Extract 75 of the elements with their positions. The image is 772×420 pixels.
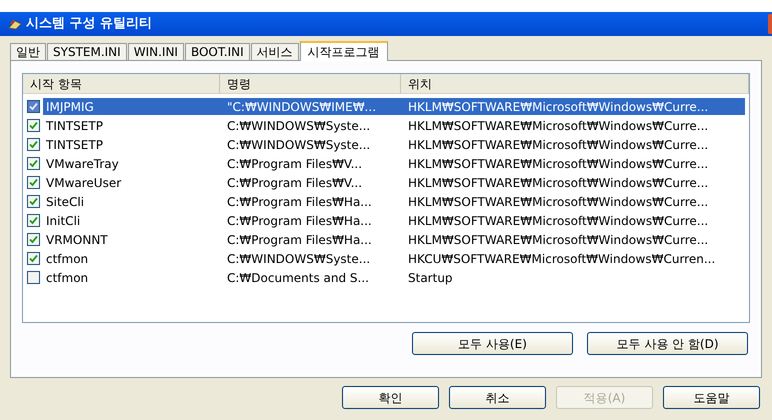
table-cell-text: C:₩Program Files₩Ha...: [226, 232, 373, 248]
table-cell-text: InitCli: [45, 212, 82, 230]
app-icon: [8, 18, 22, 30]
table-row[interactable]: IMJPMIG "C:₩WINDOWS₩IME₩... HKLM₩SOFTWARE₩Microsoft₩Windows₩Curre...: [43, 98, 745, 115]
table-cell-text: HKCU₩SOFTWARE₩Microsoft₩Windows₩Curren...: [407, 250, 716, 268]
table-row[interactable]: TINTSETP C:₩WINDOWS₩Syste... HKLM₩SOFTWARE₩Microsoft₩Windows₩Curre...: [43, 117, 745, 134]
table-cell-text: C:₩Program Files₩V...: [226, 156, 364, 172]
check-icon: [29, 140, 38, 149]
table-cell-text: SiteCli: [45, 194, 86, 210]
table-cell-text: HKLM₩SOFTWARE₩Microsoft₩Windows₩Curre...: [407, 232, 710, 248]
checkbox[interactable]: [27, 138, 40, 151]
table-row[interactable]: SiteCli C:₩Program Files₩Ha... HKLM₩SOFTWARE₩Microsoft₩Windows₩Curre...: [43, 193, 745, 210]
dialog-button[interactable]: 도움말: [663, 386, 760, 409]
table-cell-text: ctfmon: [45, 270, 90, 286]
dialog-button[interactable]: 확인: [342, 386, 439, 409]
table-cell-text: C:₩Documents and S...: [226, 270, 370, 286]
checkbox[interactable]: [27, 195, 40, 208]
table-cell-text: C:₩WINDOWS₩Syste...: [226, 250, 372, 268]
dialog-button[interactable]: 취소: [449, 386, 546, 409]
table-cell-text: TINTSETP: [45, 118, 104, 134]
check-icon: [29, 197, 38, 206]
tab[interactable]: 서비스: [250, 43, 299, 60]
table-row[interactable]: InitCli C:₩Program Files₩Ha... HKLM₩SOFTWARE₩Microsoft₩Windows₩Curre...: [43, 212, 745, 229]
table-cell-text: VRMONNT: [45, 232, 109, 248]
table-row[interactable]: ctfmon C:₩WINDOWS₩Syste... HKCU₩SOFTWARE₩Microsoft₩Windows₩Curren...: [43, 250, 745, 267]
checkbox[interactable]: [27, 100, 40, 113]
table-cell-text: HKLM₩SOFTWARE₩Microsoft₩Windows₩Curre...: [407, 98, 710, 116]
table-cell-text: VMwareTray: [45, 156, 120, 172]
column-header[interactable]: 명령: [220, 74, 401, 93]
table-cell-text: TINTSETP: [45, 136, 104, 154]
check-icon: [29, 178, 38, 187]
table-cell-text: IMJPMIG: [45, 98, 95, 116]
list-button[interactable]: 모두 사용 안 함(D): [587, 332, 748, 355]
checkbox[interactable]: [27, 233, 40, 246]
check-icon: [29, 235, 38, 244]
table-cell-text: HKLM₩SOFTWARE₩Microsoft₩Windows₩Curre...: [407, 156, 710, 172]
tab[interactable]: SYSTEM.INI: [47, 43, 127, 60]
checkbox[interactable]: [27, 252, 40, 265]
table-cell-text: HKLM₩SOFTWARE₩Microsoft₩Windows₩Curre...: [407, 136, 710, 154]
tab[interactable]: BOOT.INI: [184, 43, 250, 60]
checkbox[interactable]: [27, 157, 40, 170]
table-row[interactable]: ctfmon C:₩Documents and S... Startup: [43, 269, 745, 286]
column-header[interactable]: 위치: [401, 74, 749, 93]
table-cell-text: HKLM₩SOFTWARE₩Microsoft₩Windows₩Curre...: [407, 118, 710, 134]
tab[interactable]: 시작프로그램: [300, 41, 388, 61]
table-cell-text: C:₩Program Files₩Ha...: [226, 212, 373, 230]
window-title: 시스템 구성 유틸리티: [26, 15, 152, 34]
table-cell-text: ctfmon: [45, 250, 90, 268]
table-cell-text: C:₩Program Files₩Ha...: [226, 194, 373, 210]
table-cell-text: HKLM₩SOFTWARE₩Microsoft₩Windows₩Curre...: [407, 174, 710, 192]
table-cell-text: C:₩Program Files₩V...: [226, 174, 364, 192]
checkbox[interactable]: [27, 271, 40, 284]
table-cell-text: HKLM₩SOFTWARE₩Microsoft₩Windows₩Curre...: [407, 194, 710, 210]
table-row[interactable]: TINTSETP C:₩WINDOWS₩Syste... HKLM₩SOFTWARE₩Microsoft₩Windows₩Curre...: [43, 136, 745, 153]
table-row[interactable]: VRMONNT C:₩Program Files₩Ha... HKLM₩SOFTWARE₩Microsoft₩Windows₩Curre...: [43, 231, 745, 248]
list-button[interactable]: 모두 사용(E): [412, 332, 573, 355]
tab[interactable]: 일반: [10, 43, 46, 60]
table-cell-text: VMwareUser: [45, 174, 122, 192]
check-icon: [29, 159, 38, 168]
checkbox[interactable]: [27, 176, 40, 189]
check-icon: [29, 121, 38, 130]
table-row[interactable]: VMwareUser C:₩Program Files₩V... HKLM₩SOFTWARE₩Microsoft₩Windows₩Curre...: [43, 174, 745, 191]
check-icon: [29, 216, 38, 225]
table-cell-text: C:₩WINDOWS₩Syste...: [226, 136, 372, 154]
checkbox[interactable]: [27, 214, 40, 227]
column-header[interactable]: 시작 항목: [23, 74, 220, 93]
check-icon: [29, 254, 38, 263]
table-row[interactable]: VMwareTray C:₩Program Files₩V... HKLM₩SOFTWARE₩Microsoft₩Windows₩Curre...: [43, 155, 745, 172]
table-cell-text: "C:₩WINDOWS₩IME₩...: [226, 98, 378, 116]
check-icon: [29, 102, 38, 111]
table-cell-text: HKLM₩SOFTWARE₩Microsoft₩Windows₩Curre...: [407, 212, 710, 230]
tab[interactable]: WIN.INI: [128, 43, 184, 60]
table-cell-text: C:₩WINDOWS₩Syste...: [226, 118, 372, 134]
table-cell-text: Startup: [407, 270, 454, 286]
checkbox[interactable]: [27, 119, 40, 132]
